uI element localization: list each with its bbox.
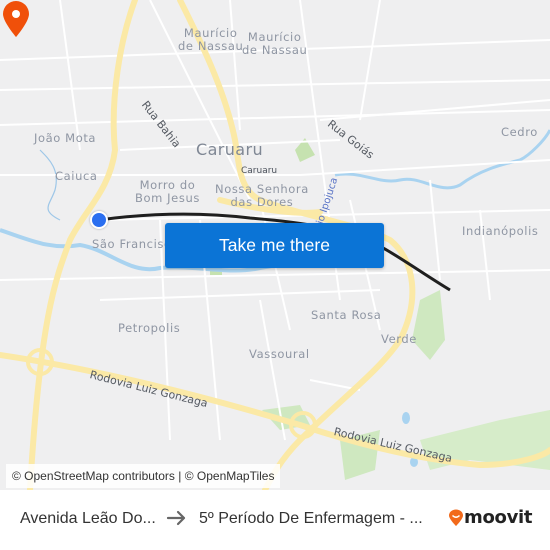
map-label-santa-rosa: Santa Rosa bbox=[311, 308, 382, 322]
map-attribution[interactable]: © OpenStreetMap contributors | © OpenMap… bbox=[6, 464, 281, 488]
map-label-city: Caruaru bbox=[196, 140, 264, 159]
map-label-city-small: Caruaru bbox=[241, 166, 278, 176]
park-area bbox=[412, 290, 445, 360]
map-label-mauricio-2: Maurício de Nassau bbox=[242, 30, 308, 57]
map-label-verde: Verde bbox=[381, 332, 417, 346]
map-label-joao-mota: João Mota bbox=[34, 131, 97, 145]
moovit-logo: moovit bbox=[448, 507, 533, 528]
stream bbox=[39, 149, 61, 221]
origin-name: Avenida Leão Do... bbox=[20, 510, 156, 527]
footer-bar: Avenida Leão Do... 5º Período De Enferma… bbox=[0, 490, 550, 550]
map-label-morro: Morro do Bom Jesus bbox=[135, 178, 200, 205]
map-label-nossa-senhora: Nossa Senhora das Dores bbox=[215, 182, 309, 209]
arrow-right-icon bbox=[166, 510, 186, 526]
moovit-pin-icon bbox=[449, 509, 463, 526]
map-label-mauricio-1: Maurício de Nassau bbox=[178, 26, 244, 53]
map-view[interactable]: Maurício de Nassau Maurício de Nassau João… bbox=[0, 0, 550, 490]
lake bbox=[402, 412, 410, 424]
take-me-there-button[interactable]: Take me there bbox=[165, 223, 384, 268]
map-label-cedro: Cedro bbox=[501, 125, 538, 139]
brand-name: moovit bbox=[464, 507, 533, 528]
map-label-vassoural: Vassoural bbox=[249, 347, 310, 361]
map-label-indianopolis: Indianópolis bbox=[462, 224, 539, 238]
destination-name: 5º Período De Enfermagem - ... bbox=[199, 510, 423, 527]
origin-marker[interactable] bbox=[90, 211, 108, 229]
destination-pin-icon[interactable] bbox=[0, 0, 32, 38]
map-label-petropolis: Petropolis bbox=[118, 321, 181, 335]
map-label-caiuca: Caiuca bbox=[55, 169, 98, 183]
